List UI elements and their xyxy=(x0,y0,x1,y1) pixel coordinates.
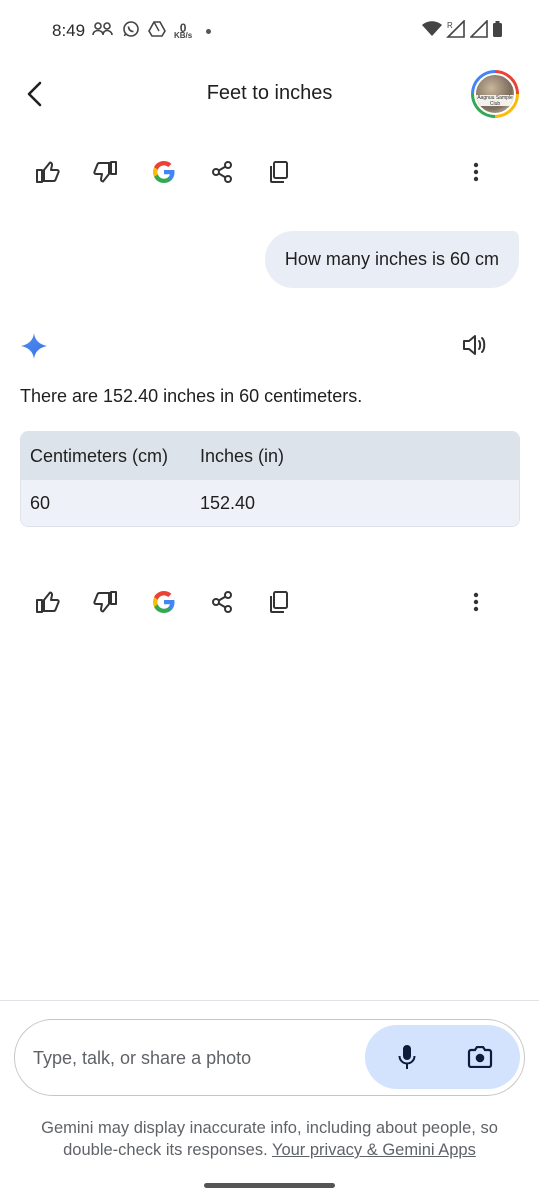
top-app-bar: Feet to inches Aagnuu Sample Club xyxy=(0,62,539,126)
signal-roaming-icon: R xyxy=(446,19,466,43)
response-actions-top xyxy=(0,150,539,206)
speaker-icon xyxy=(463,335,486,355)
google-search-button[interactable] xyxy=(142,580,186,624)
gemini-sparkle-icon xyxy=(20,332,48,360)
table-cell: 60 xyxy=(30,492,51,513)
share-button[interactable] xyxy=(200,580,244,624)
drive-icon xyxy=(148,21,166,42)
conversion-table: Centimeters (cm) Inches (in) 60 152.40 xyxy=(20,431,520,527)
thumbs-down-icon xyxy=(93,161,117,183)
more-options-button[interactable] xyxy=(454,580,498,624)
thumbs-up-button[interactable] xyxy=(26,580,70,624)
response-actions-bottom xyxy=(0,580,539,636)
copy-button[interactable] xyxy=(257,150,301,194)
share-icon xyxy=(212,591,232,613)
group-icon xyxy=(92,21,114,42)
status-time: 8:49 xyxy=(52,21,86,40)
more-vert-icon xyxy=(473,592,479,612)
response-text: There are 152.40 inches in 60 centimeter… xyxy=(20,386,363,406)
prompt-input[interactable] xyxy=(33,1042,363,1074)
prompt-input-container xyxy=(14,1019,525,1096)
table-header-cell: Centimeters (cm) xyxy=(30,445,169,466)
privacy-link[interactable]: Your privacy & Gemini Apps xyxy=(272,1141,476,1159)
table-header-cell: Inches (in) xyxy=(200,445,285,466)
status-bar: 8:49 0 KB/s R xyxy=(0,0,539,62)
copy-button[interactable] xyxy=(257,580,301,624)
thumbs-up-icon xyxy=(36,591,60,613)
share-button[interactable] xyxy=(200,150,244,194)
share-icon xyxy=(212,161,232,183)
thumbs-down-button[interactable] xyxy=(83,150,127,194)
whatsapp-icon xyxy=(122,20,140,43)
avatar[interactable]: Aagnuu Sample Club xyxy=(471,70,519,118)
copy-icon xyxy=(270,591,288,613)
google-search-button[interactable] xyxy=(142,150,186,194)
network-speed: 0 KB/s xyxy=(174,20,193,40)
battery-icon xyxy=(492,20,503,43)
table-row: 60 152.40 xyxy=(21,480,519,526)
camera-button[interactable] xyxy=(460,1039,500,1075)
table-header-row: Centimeters (cm) Inches (in) xyxy=(21,432,519,480)
input-actions-pill xyxy=(365,1025,520,1089)
thumbs-up-button[interactable] xyxy=(26,150,70,194)
notification-dot-icon xyxy=(206,29,212,34)
thumbs-down-icon xyxy=(93,591,117,613)
home-indicator[interactable] xyxy=(204,1183,335,1188)
camera-icon xyxy=(467,1046,493,1068)
thumbs-down-button[interactable] xyxy=(83,580,127,624)
disclaimer: Gemini may display inaccurate info, incl… xyxy=(20,1117,519,1161)
svg-text:R: R xyxy=(447,21,453,30)
signal-icon xyxy=(469,19,488,43)
read-aloud-button[interactable] xyxy=(459,329,491,361)
wifi-icon xyxy=(422,21,442,42)
divider xyxy=(0,1000,539,1001)
user-message-bubble: How many inches is 60 cm xyxy=(264,231,519,288)
thumbs-up-icon xyxy=(36,161,60,183)
google-icon xyxy=(153,591,175,613)
microphone-icon xyxy=(398,1045,416,1069)
page-title: Feet to inches xyxy=(206,82,333,104)
microphone-button[interactable] xyxy=(387,1039,427,1075)
copy-icon xyxy=(270,161,288,183)
google-icon xyxy=(153,161,175,183)
more-vert-icon xyxy=(473,162,479,182)
avatar-badge-text: Aagnuu Sample Club xyxy=(477,94,513,107)
more-options-button[interactable] xyxy=(454,150,498,194)
table-cell: 152.40 xyxy=(200,492,256,513)
user-message-text: How many inches is 60 cm xyxy=(284,249,499,269)
